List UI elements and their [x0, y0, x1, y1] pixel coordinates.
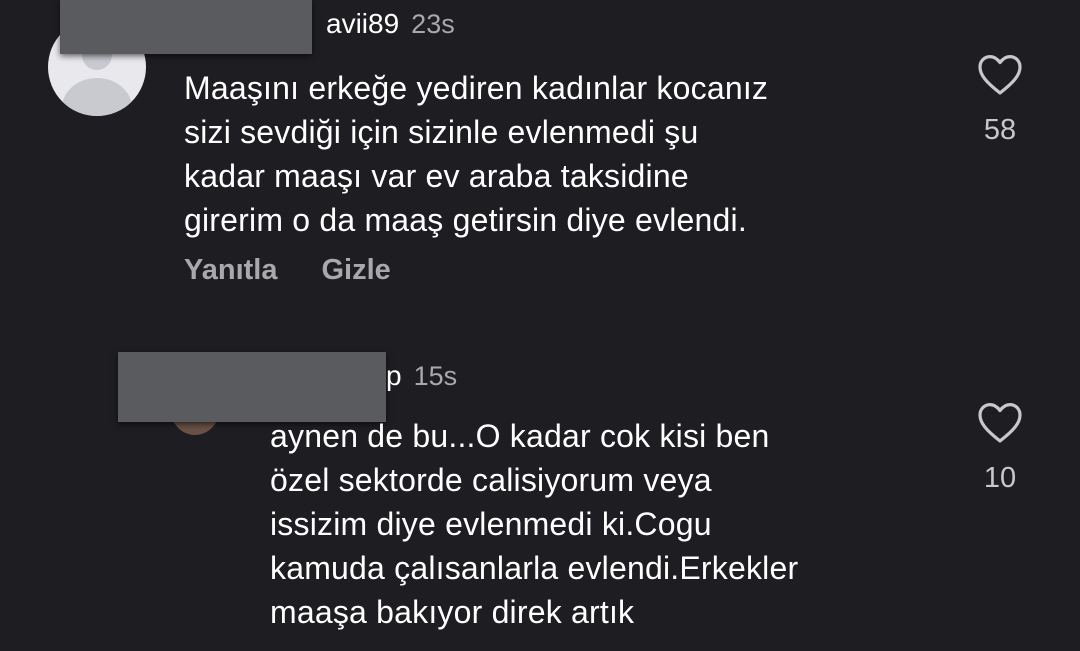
comment-actions: Yanıtla Gizle — [184, 254, 435, 287]
like-control[interactable]: 10 — [960, 400, 1040, 495]
like-count: 10 — [983, 462, 1017, 494]
username-link[interactable]: avii89 — [326, 8, 399, 39]
reply-button[interactable]: Yanıtla — [184, 254, 278, 286]
comment-header: p 15s — [386, 360, 457, 392]
redacted-username-overlay — [118, 352, 386, 422]
comment-item: avii89 23s Maaşını erkeğe yediren kadınla… — [0, 0, 1080, 320]
comment-header: avii89 23s — [326, 8, 455, 40]
comment-timestamp: 15s — [413, 361, 458, 391]
comment-timestamp: 23s — [411, 9, 455, 39]
comment-text: Maaşını erkeğe yediren kadınlar kocanız … — [184, 70, 769, 238]
heart-outline-icon[interactable] — [976, 400, 1024, 444]
hide-button[interactable]: Gizle — [322, 254, 391, 286]
comment-item: p 15s aynen de bu...O kadar cok kisi ben … — [0, 340, 1080, 651]
comment-text: aynen de bu...O kadar cok kisi ben özel … — [270, 418, 799, 630]
like-control[interactable]: 58 — [960, 52, 1040, 147]
username-link[interactable]: p — [386, 360, 402, 391]
heart-outline-icon[interactable] — [976, 52, 1024, 96]
redacted-username-overlay — [60, 0, 312, 54]
like-count: 58 — [983, 114, 1017, 146]
